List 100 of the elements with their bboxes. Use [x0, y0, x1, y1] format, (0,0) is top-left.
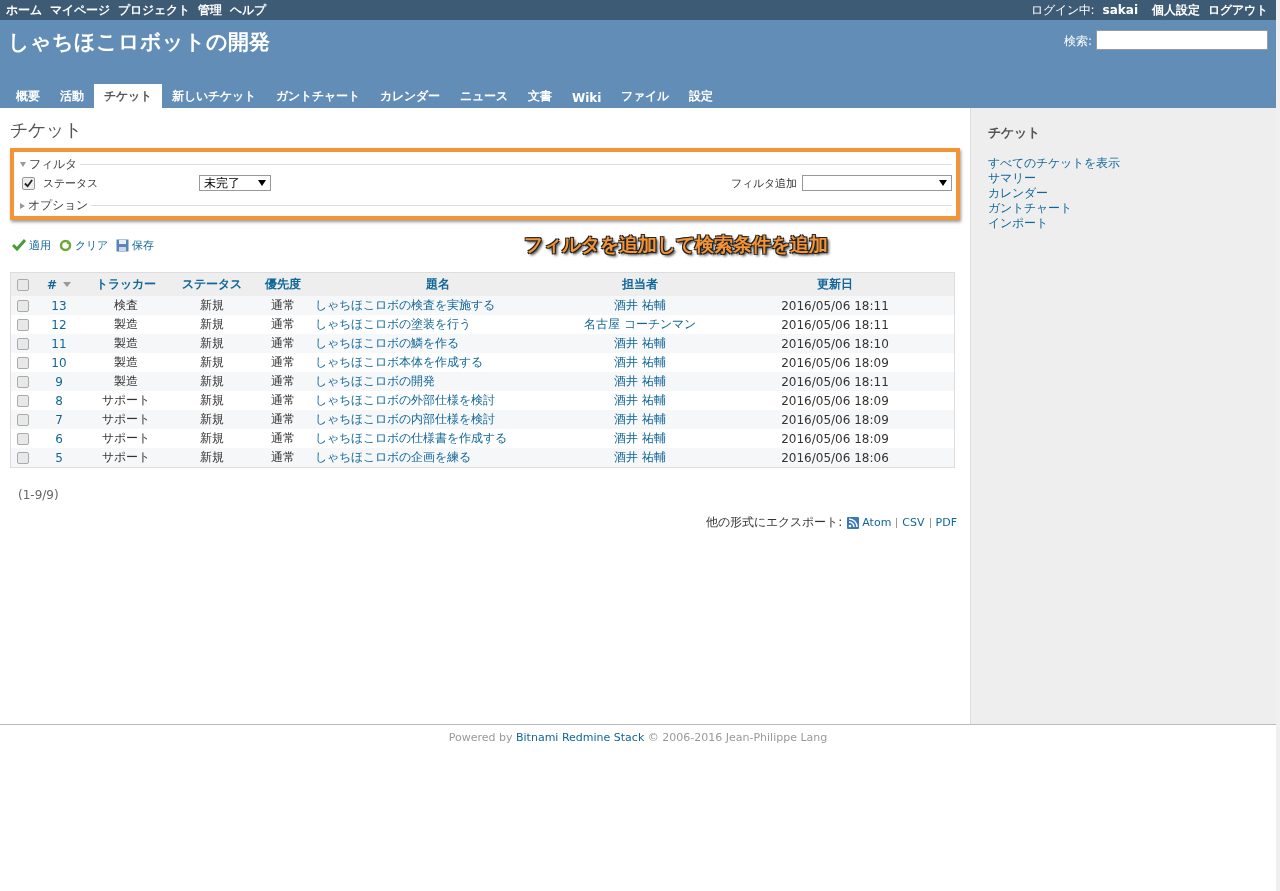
- row-checkbox[interactable]: [17, 395, 29, 407]
- sidebar-link[interactable]: すべてのチケットを表示: [988, 156, 1120, 170]
- project-tab[interactable]: チケット: [94, 84, 162, 108]
- search-field[interactable]: [1096, 30, 1268, 50]
- table-cell: 通常: [271, 336, 296, 350]
- issue-subject-link[interactable]: しゃちほこロボの企画を練る: [314, 450, 471, 464]
- table-cell: 新規: [200, 393, 225, 407]
- issue-id-link[interactable]: 5: [55, 450, 63, 465]
- project-tab[interactable]: カレンダー: [370, 84, 450, 108]
- table-cell: 製造: [114, 374, 139, 388]
- action-link[interactable]: 適用: [12, 237, 51, 253]
- issue-subject-link[interactable]: しゃちほこロボ本体を作成する: [314, 355, 483, 369]
- sidebar-link[interactable]: カレンダー: [988, 186, 1048, 200]
- issue-id-link[interactable]: 8: [55, 393, 63, 408]
- table-cell: 2016/05/06 18:09: [781, 355, 889, 370]
- action-link[interactable]: 保存: [116, 237, 154, 253]
- project-tab[interactable]: 文書: [518, 84, 562, 108]
- top-menu-link[interactable]: ヘルプ: [230, 1, 266, 19]
- top-menu-link[interactable]: 管理: [198, 1, 222, 19]
- table-cell: 通常: [271, 412, 296, 426]
- project-tab[interactable]: 設定: [679, 84, 724, 108]
- issue-id-link[interactable]: 7: [55, 412, 63, 427]
- assignee-link[interactable]: 名古屋 コーチンマン: [584, 317, 696, 331]
- top-menu-link[interactable]: プロジェクト: [118, 1, 190, 19]
- issue-subject-link[interactable]: しゃちほこロボの仕様書を作成する: [314, 431, 507, 445]
- account-link[interactable]: ログアウト: [1208, 1, 1268, 19]
- assignee-link[interactable]: 酒井 祐輔: [614, 412, 666, 426]
- user-link[interactable]: sakai: [1102, 3, 1138, 17]
- issue-subject-link[interactable]: しゃちほこロボの外部仕様を検討: [314, 393, 495, 407]
- row-checkbox[interactable]: [17, 319, 29, 331]
- assignee-link[interactable]: 酒井 祐輔: [614, 355, 666, 369]
- issue-subject-link[interactable]: しゃちほこロボの塗装を行う: [314, 317, 471, 331]
- table-cell: 2016/05/06 18:11: [781, 374, 889, 389]
- refresh-icon: [59, 238, 72, 252]
- top-menu-link[interactable]: マイページ: [50, 1, 110, 19]
- row-checkbox[interactable]: [17, 414, 29, 426]
- assignee-link[interactable]: 酒井 祐輔: [614, 374, 666, 388]
- row-checkbox[interactable]: [17, 338, 29, 350]
- table-cell: 新規: [200, 336, 225, 350]
- issue-id-link[interactable]: 9: [55, 374, 63, 389]
- row-checkbox[interactable]: [17, 357, 29, 369]
- assignee-link[interactable]: 酒井 祐輔: [614, 450, 666, 464]
- table-cell: 通常: [271, 317, 296, 331]
- issue-id-link[interactable]: 13: [51, 298, 67, 313]
- column-header[interactable]: 担当者: [622, 276, 659, 293]
- assignee-link[interactable]: 酒井 祐輔: [614, 393, 666, 407]
- status-select[interactable]: 未完了: [199, 175, 271, 191]
- issue-subject-link[interactable]: しゃちほこロボの検査を実施する: [314, 298, 495, 312]
- project-tab[interactable]: ニュース: [450, 84, 518, 108]
- top-menu-link[interactable]: ホーム: [6, 1, 42, 19]
- sidebar-link[interactable]: インポート: [988, 216, 1048, 230]
- export-link[interactable]: Atom: [847, 516, 892, 529]
- issue-subject-link[interactable]: しゃちほこロボの内部仕様を検討: [314, 412, 495, 426]
- project-tab[interactable]: 概要: [6, 84, 50, 108]
- issue-id-link[interactable]: 11: [51, 336, 67, 351]
- table-cell: 2016/05/06 18:11: [781, 298, 889, 313]
- table-cell: サポート: [102, 412, 151, 426]
- filter-label: ステータス: [43, 175, 99, 191]
- footer-link[interactable]: Bitnami Redmine Stack: [516, 731, 645, 744]
- issue-subject-link[interactable]: しゃちほこロボの鱗を作る: [314, 336, 459, 350]
- options-legend[interactable]: オプション: [20, 197, 88, 214]
- account-link[interactable]: 個人設定: [1152, 1, 1200, 19]
- issue-subject-link[interactable]: しゃちほこロボの開発: [314, 374, 435, 388]
- sidebar-link[interactable]: ガントチャート: [988, 201, 1072, 215]
- assignee-link[interactable]: 酒井 祐輔: [614, 431, 666, 445]
- issue-id-link[interactable]: 6: [55, 431, 63, 446]
- sidebar-title: チケット: [988, 124, 1041, 142]
- issue-id-link[interactable]: 10: [51, 355, 67, 370]
- add-filter-select[interactable]: [802, 175, 952, 191]
- feed-icon: [847, 516, 860, 529]
- export-link[interactable]: PDF: [935, 516, 957, 529]
- filter-legend[interactable]: フィルタ: [20, 156, 77, 173]
- status-checkbox[interactable]: [22, 176, 35, 190]
- select-all-checkbox[interactable]: [17, 279, 29, 291]
- table-cell: 通常: [271, 355, 296, 369]
- table-cell: 通常: [271, 450, 296, 464]
- row-checkbox[interactable]: [17, 300, 29, 312]
- sidebar-link[interactable]: サマリー: [988, 171, 1036, 185]
- table-cell: 新規: [200, 412, 225, 426]
- column-header[interactable]: 題名: [425, 276, 450, 293]
- row-checkbox[interactable]: [17, 452, 29, 464]
- table-cell: 新規: [200, 298, 225, 312]
- export-link[interactable]: CSV: [902, 516, 925, 529]
- project-tab[interactable]: ファイル: [611, 84, 680, 108]
- project-tab[interactable]: 新しいチケット: [162, 84, 266, 108]
- action-link[interactable]: クリア: [59, 237, 108, 253]
- table-cell: 新規: [200, 431, 225, 445]
- assignee-link[interactable]: 酒井 祐輔: [614, 336, 666, 350]
- table-cell: サポート: [102, 393, 151, 407]
- column-header[interactable]: 更新日: [817, 276, 853, 293]
- project-title: しゃちほこロボットの開発: [8, 29, 270, 56]
- assignee-link[interactable]: 酒井 祐輔: [614, 298, 666, 312]
- table-cell: 通常: [271, 393, 296, 407]
- project-tab[interactable]: Wiki: [562, 87, 612, 108]
- row-checkbox[interactable]: [17, 376, 29, 388]
- row-checkbox[interactable]: [17, 433, 29, 445]
- table-cell: 2016/05/06 18:09: [781, 393, 889, 408]
- issue-id-link[interactable]: 12: [51, 317, 67, 332]
- project-tab[interactable]: ガントチャート: [266, 84, 370, 108]
- project-tab[interactable]: 活動: [50, 84, 94, 108]
